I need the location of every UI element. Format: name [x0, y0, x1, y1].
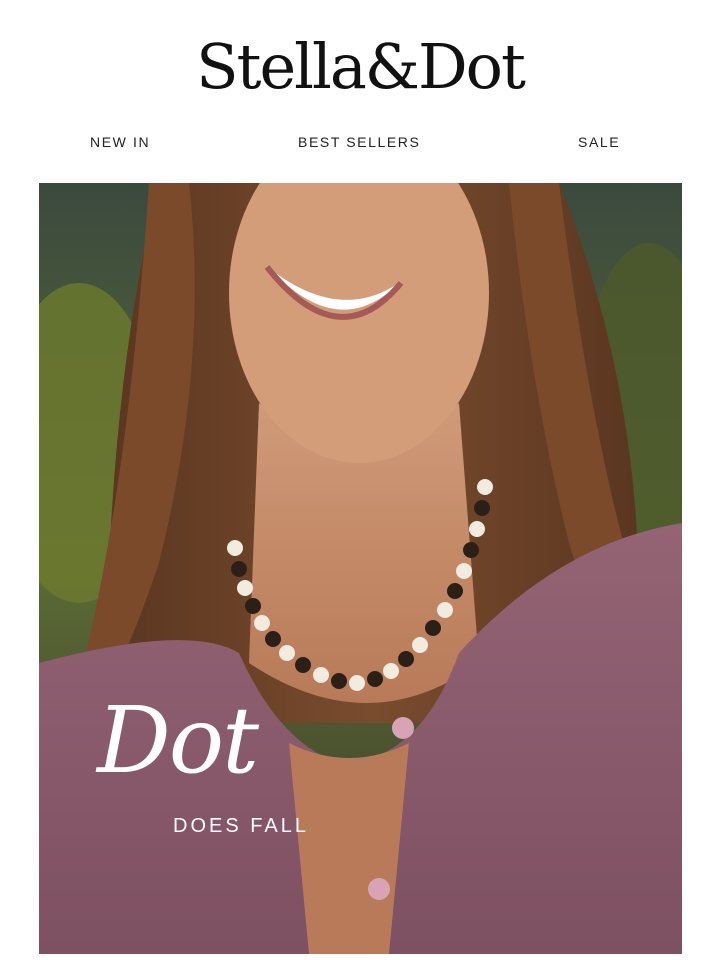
hero-image: [39, 183, 682, 954]
nav-item-new-in[interactable]: NEW IN: [90, 134, 150, 150]
hero-subtitle: DOES FALL: [173, 815, 309, 837]
hero-banner[interactable]: Dot DOES FALL: [39, 183, 682, 954]
brand-logo[interactable]: Stella&Dot: [0, 22, 720, 112]
nav-item-best-sellers[interactable]: BEST SELLERS: [298, 134, 420, 150]
hero-title: Dot: [97, 687, 259, 794]
nav-item-sale[interactable]: SALE: [578, 134, 620, 150]
logo-text: Stella&Dot: [196, 30, 526, 103]
main-nav: NEW IN BEST SELLERS SALE: [0, 134, 720, 156]
